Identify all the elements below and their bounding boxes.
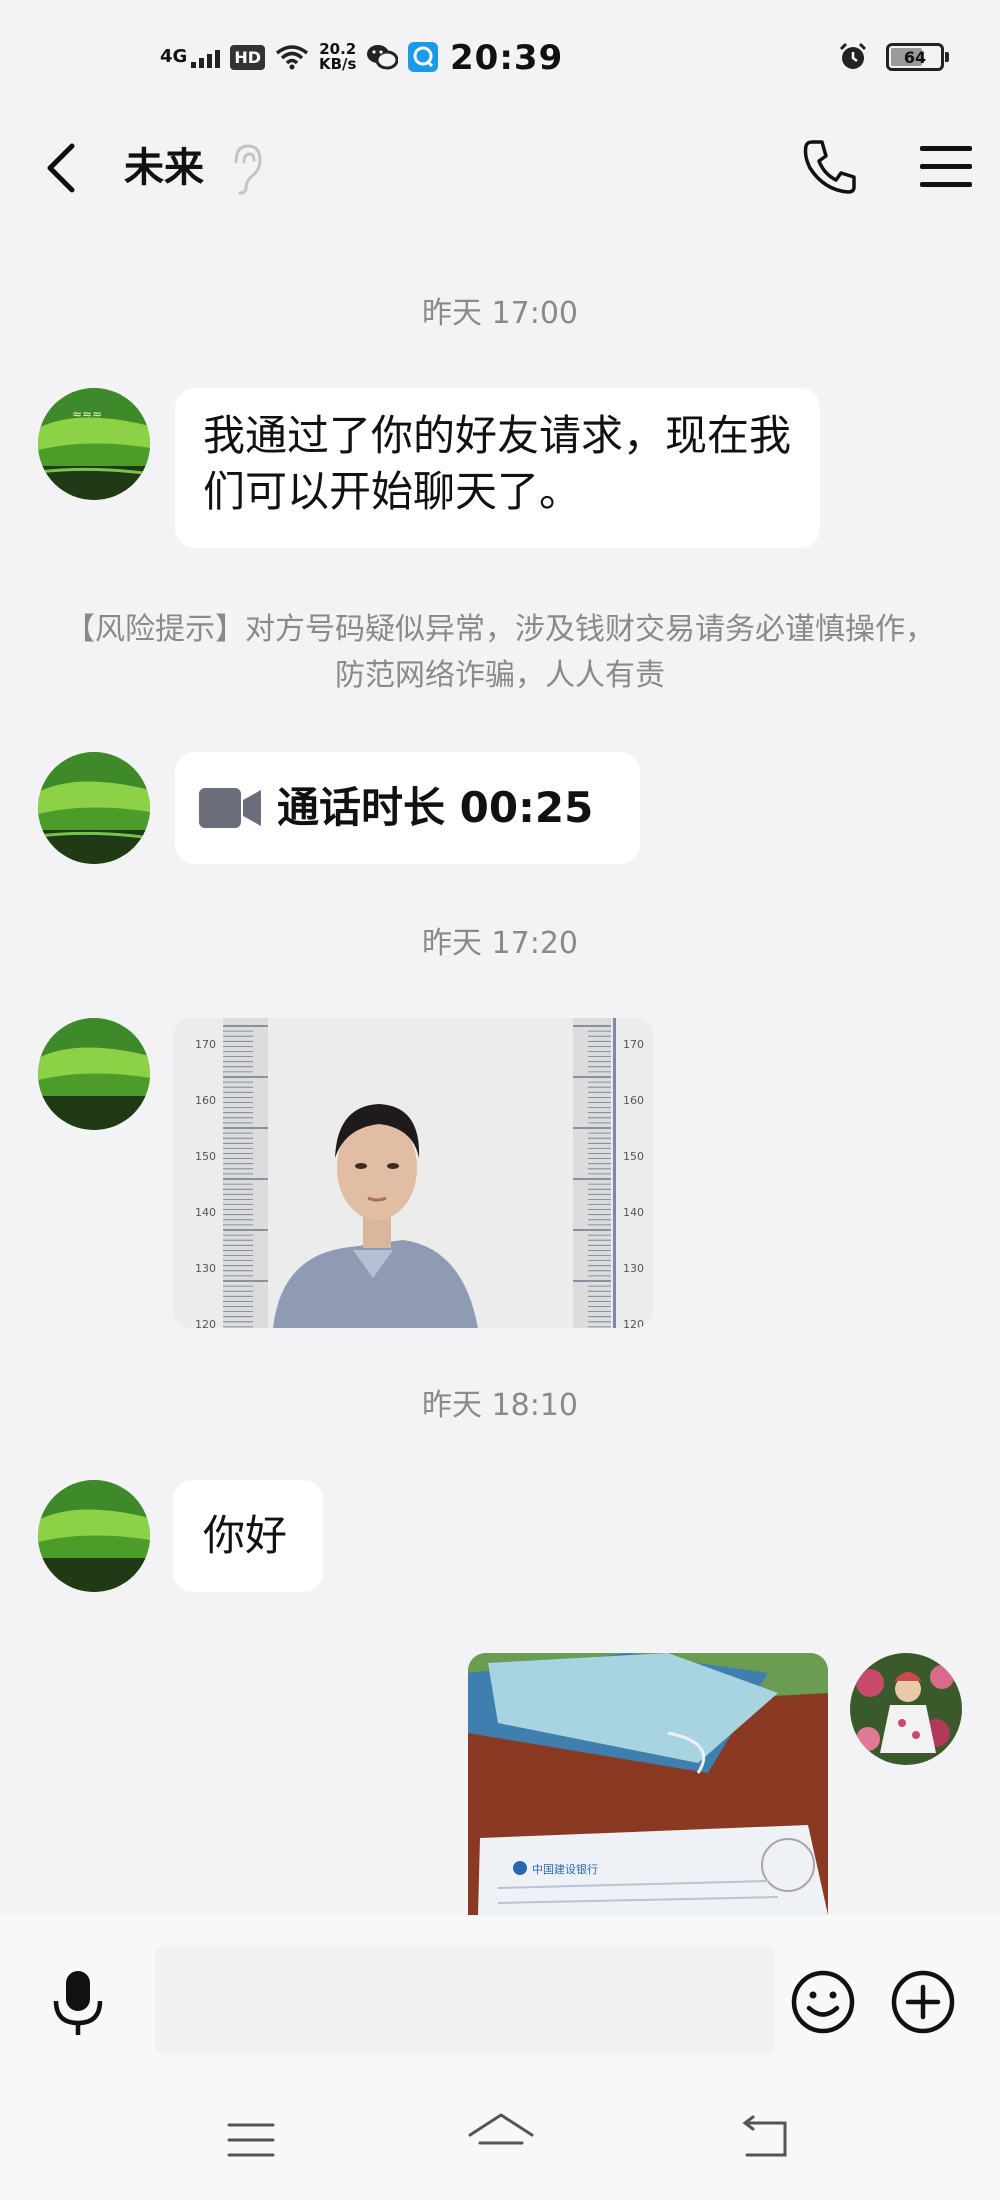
wechat-icon xyxy=(367,45,399,70)
contact-avatar[interactable] xyxy=(38,1018,150,1130)
photo-message[interactable]: 170 160 150 140 130 120 170 160 150 140 130 120 xyxy=(173,1018,653,1328)
input-bar xyxy=(0,1915,1000,2095)
hd-badge: HD xyxy=(230,44,265,70)
message-bubble[interactable]: 我通过了你的好友请求，现在我们可以开始聊天了。 xyxy=(175,388,820,548)
receipt-bank-name: 中国建设银行 xyxy=(532,1862,598,1876)
contact-avatar[interactable] xyxy=(38,752,150,864)
timestamp: 昨天 17:20 xyxy=(422,926,578,961)
height-label-right: 160 xyxy=(623,1094,644,1107)
risk-notice: 【风险提示】对方号码疑似异常，涉及钱财交易请务必谨慎操作，防范网络诈骗，人人有责 xyxy=(65,612,935,693)
svg-text:≈≈≈: ≈≈≈ xyxy=(72,407,102,421)
app-notification-icon xyxy=(408,42,439,72)
system-navigation-bar xyxy=(0,2095,1000,2200)
message-input[interactable] xyxy=(155,1945,775,2055)
chat-messages[interactable]: 昨天 17:00 ≈≈≈ 我通过了你的好友请求，现在我们可以开始聊天了。 【风险… xyxy=(0,230,1000,1915)
height-label-left: 120 xyxy=(195,1318,216,1328)
height-label-right: 130 xyxy=(623,1262,644,1275)
height-label-left: 130 xyxy=(195,1262,216,1275)
message-text: 我通过了你的好友请求，现在我们可以开始聊天了。 xyxy=(203,411,792,516)
height-label-left: 140 xyxy=(195,1206,216,1219)
video-call-icon xyxy=(199,788,261,828)
home-icon[interactable] xyxy=(466,2109,536,2167)
plus-icon[interactable] xyxy=(890,1969,956,2035)
timestamp: 昨天 17:00 xyxy=(422,296,578,331)
phone-icon[interactable] xyxy=(798,134,858,198)
height-label-right: 120 xyxy=(623,1318,644,1328)
back-nav-icon[interactable] xyxy=(735,2113,791,2165)
status-right-icons: 64 xyxy=(838,42,949,72)
receipt-photo: 中国建设银行 xyxy=(468,1653,828,1915)
menu-icon[interactable] xyxy=(918,138,974,194)
my-avatar[interactable] xyxy=(850,1653,962,1765)
emoji-icon[interactable] xyxy=(790,1969,856,2035)
microphone-icon[interactable] xyxy=(48,1967,108,2039)
call-duration: 通话时长 00:25 xyxy=(277,783,594,832)
message-text: 你好 xyxy=(203,1511,288,1560)
contact-avatar[interactable]: ≈≈≈ xyxy=(38,388,150,500)
photo-message-sent[interactable]: 中国建设银行 xyxy=(468,1653,828,1915)
ear-icon[interactable] xyxy=(226,140,266,196)
speed-unit: KB/s xyxy=(318,55,357,73)
network-speed: 20.2 KB/s xyxy=(319,42,356,72)
height-label-left: 160 xyxy=(195,1094,216,1107)
contact-avatar[interactable] xyxy=(38,1480,150,1592)
height-label-right: 170 xyxy=(623,1038,644,1051)
wifi-icon xyxy=(275,45,309,70)
message-bubble[interactable]: 你好 xyxy=(173,1480,323,1592)
height-chart-photo: 170 160 150 140 130 120 170 160 150 140 130 120 xyxy=(173,1018,653,1328)
signal-icon xyxy=(191,46,221,68)
height-label-right: 140 xyxy=(623,1206,644,1219)
height-label-left: 170 xyxy=(195,1038,216,1051)
status-bar: 4G HD 20.2 KB/s 20:39 64 xyxy=(0,0,1000,120)
height-label-left: 150 xyxy=(195,1150,216,1163)
chat-title[interactable]: 未来 xyxy=(124,138,204,198)
chat-header: 未来 xyxy=(0,120,1000,210)
recent-apps-icon[interactable] xyxy=(225,2115,277,2165)
battery-icon: 64 xyxy=(886,43,949,71)
status-left-icons: 4G HD 20.2 KB/s xyxy=(160,42,439,72)
back-icon[interactable] xyxy=(38,138,88,198)
alarm-icon xyxy=(839,42,867,69)
call-record-bubble[interactable]: 通话时长 00:25 xyxy=(175,752,640,864)
timestamp: 昨天 18:10 xyxy=(422,1388,578,1423)
height-label-right: 150 xyxy=(623,1150,644,1163)
network-type: 4G xyxy=(160,46,188,67)
clock: 20:39 xyxy=(450,38,564,78)
battery-percent: 64 xyxy=(903,47,927,67)
